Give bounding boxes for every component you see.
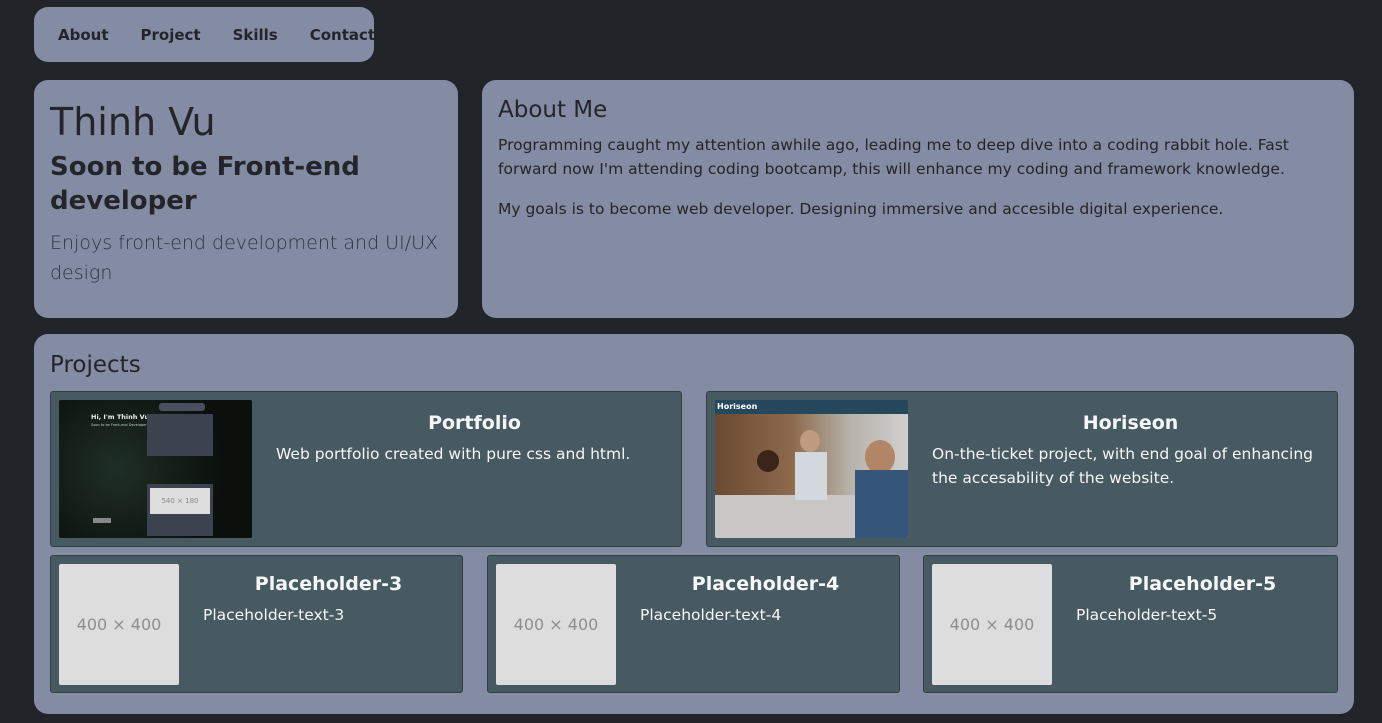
about-paragraph-1: Programming caught my attention awhile a… xyxy=(498,136,1289,178)
project-card-horiseon[interactable]: Horiseon Horiseon On-the-ticket project,… xyxy=(706,391,1338,547)
placeholder-image: 400 × 400 xyxy=(496,564,616,685)
about-title: About Me xyxy=(498,97,608,123)
project-description: Placeholder-text-5 xyxy=(1076,606,1218,624)
horiseon-screenshot: Horiseon xyxy=(715,400,908,538)
hero-tagline: Enjoys front-end development and UI/UX d… xyxy=(50,232,439,284)
nav-project[interactable]: Project xyxy=(141,26,201,44)
hero-name: Thinh Vu xyxy=(50,100,216,144)
nav-about[interactable]: About xyxy=(58,26,109,44)
hero-subtitle: Soon to be Front-end developer xyxy=(50,152,360,216)
project-title: Placeholder-3 xyxy=(254,573,403,595)
project-title: Placeholder-5 xyxy=(1128,573,1277,595)
nav-skills[interactable]: Skills xyxy=(233,26,278,44)
portfolio-screenshot: Hi, I'm Thinh Vu Soon to be Front-end De… xyxy=(59,400,252,538)
project-description: Placeholder-text-4 xyxy=(640,606,782,624)
project-description: On-the-ticket project, with end goal of … xyxy=(932,445,1314,487)
project-card-placeholder-4[interactable]: 400 × 400 Placeholder-4 Placeholder-text… xyxy=(487,555,900,693)
thumb-brand: Horiseon xyxy=(717,402,758,411)
project-card-placeholder-3[interactable]: 400 × 400 Placeholder-3 Placeholder-text… xyxy=(50,555,463,693)
top-nav: About Project Skills Contact xyxy=(34,7,375,62)
intro-card: Thinh Vu Soon to be Front-end developer … xyxy=(34,80,458,318)
project-description: Web portfolio created with pure css and … xyxy=(276,445,631,463)
placeholder-image: 400 × 400 xyxy=(59,564,179,685)
horiseon-info: Horiseon On-the-ticket project, with end… xyxy=(908,400,1329,538)
project-title: Horiseon xyxy=(1082,412,1179,434)
project-description: Placeholder-text-3 xyxy=(203,606,345,624)
placeholder-4-info: Placeholder-4 Placeholder-text-4 xyxy=(616,564,891,684)
project-card-portfolio[interactable]: Hi, I'm Thinh Vu Soon to be Front-end De… xyxy=(50,391,682,547)
placeholder-3-info: Placeholder-3 Placeholder-text-3 xyxy=(179,564,454,684)
thumb-heading: Hi, I'm Thinh Vu xyxy=(91,413,150,421)
project-card-placeholder-5[interactable]: 400 × 400 Placeholder-5 Placeholder-text… xyxy=(923,555,1338,693)
placeholder-5-info: Placeholder-5 Placeholder-text-5 xyxy=(1052,564,1329,684)
portfolio-info: Portfolio Web portfolio created with pur… xyxy=(252,400,673,538)
project-title: Portfolio xyxy=(428,412,521,434)
about-paragraph-2: My goals is to become web developer. Des… xyxy=(498,200,1224,218)
about-card: About Me Programming caught my attention… xyxy=(482,80,1354,318)
placeholder-image: 400 × 400 xyxy=(932,564,1052,685)
nav-contact[interactable]: Contact xyxy=(310,26,375,44)
projects-title: Projects xyxy=(50,352,141,378)
projects-card: Projects Hi, I'm Thinh Vu Soon to be Fro… xyxy=(34,334,1354,714)
project-title: Placeholder-4 xyxy=(691,573,840,595)
thumb-subheading: Soon to be Front-end Developer xyxy=(91,423,147,427)
thumb-placeholder: 540 × 180 xyxy=(150,488,210,514)
